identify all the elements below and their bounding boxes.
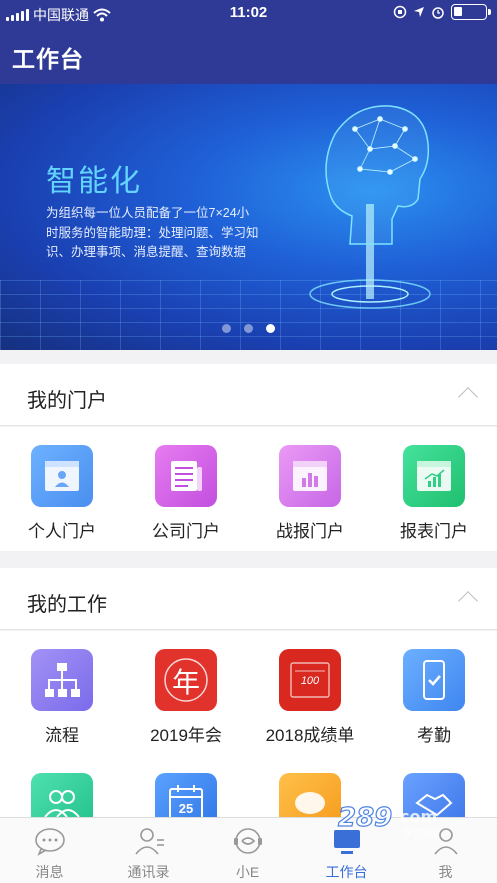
- tab-assistant[interactable]: 小E: [198, 818, 297, 883]
- message-icon: [35, 828, 65, 856]
- calendar-icon: 25: [155, 773, 217, 817]
- svg-text:com: com: [400, 807, 437, 826]
- chevron-up-icon[interactable]: [458, 591, 478, 611]
- tile-label: 战报门户: [276, 522, 344, 541]
- my-work-grid: 流程 年 2019年会 100 2018成绩单 考勤 25: [0, 631, 497, 817]
- line-chart-icon: [403, 445, 465, 507]
- tile-label: 个人门户: [28, 522, 96, 541]
- alarm-icon: [432, 7, 444, 19]
- bar-report-icon: [279, 445, 341, 507]
- report-card-icon: 100: [279, 649, 341, 711]
- battery-icon: [451, 4, 491, 20]
- app-header: 中国联通 11:02 工作台: [0, 0, 497, 84]
- chevron-up-icon[interactable]: [458, 387, 478, 407]
- svg-text:手游网: 手游网: [402, 827, 438, 840]
- annual-meeting-glyph: 年: [171, 667, 200, 698]
- tab-label: 我: [438, 864, 453, 880]
- my-portal-grid: 个人门户 公司门户 战报门户 报表门户: [0, 427, 497, 551]
- phone-check-icon: [403, 649, 465, 711]
- carousel-dot-active[interactable]: [266, 324, 275, 333]
- svg-text:289: 289: [338, 803, 392, 833]
- people-icon: [31, 773, 93, 817]
- tab-label: 消息: [35, 864, 64, 880]
- person-card-icon: [31, 445, 93, 507]
- location-icon: [414, 7, 424, 17]
- banner-heading: 智能化: [46, 165, 142, 198]
- newspaper-icon: [155, 445, 217, 507]
- flowchart-icon: [31, 649, 93, 711]
- tab-label: 工作台: [325, 864, 368, 880]
- page-title: 工作台: [12, 46, 84, 72]
- tab-label: 小E: [235, 864, 260, 880]
- tile-label: 公司门户: [152, 522, 220, 541]
- carousel-dot[interactable]: [222, 324, 231, 333]
- calendar-glyph: 25: [178, 801, 194, 816]
- report-card-glyph: 100: [300, 675, 320, 687]
- section-title: 我的工作: [27, 594, 107, 616]
- assistant-icon: [234, 828, 262, 854]
- my-portal-header[interactable]: 我的门户: [0, 364, 497, 426]
- carousel-dot[interactable]: [244, 324, 253, 333]
- tab-label: 通讯录: [127, 864, 170, 880]
- status-bar: 中国联通 11:02: [0, 0, 497, 28]
- banner-description: 为组织每一位人员配备了一位7×24小时服务的智能助理：处理问题、学习知识、办理事…: [46, 206, 259, 259]
- tab-messages[interactable]: 消息: [0, 818, 99, 883]
- banner-carousel[interactable]: 智能化 为组织每一位人员配备了一位7×24小时服务的智能助理：处理问题、学习知识…: [0, 84, 497, 350]
- tab-contacts[interactable]: 通讯录: [99, 818, 198, 883]
- tile-label: 流程: [45, 726, 79, 745]
- tile-label: 报表门户: [400, 522, 468, 541]
- contacts-icon: [135, 828, 164, 855]
- carousel-indicator[interactable]: [0, 324, 497, 333]
- ai-head-illustration: [309, 105, 431, 309]
- site-watermark: 289 com 手游网: [330, 800, 490, 841]
- tile-label: 2019年会: [150, 726, 222, 745]
- orientation-lock-icon: [393, 5, 407, 19]
- annual-meeting-icon: 年: [155, 649, 217, 711]
- tile-label: 考勤: [417, 726, 451, 745]
- my-work-header[interactable]: 我的工作: [0, 568, 497, 630]
- section-title: 我的门户: [27, 390, 107, 412]
- tile-label: 2018成绩单: [265, 726, 355, 745]
